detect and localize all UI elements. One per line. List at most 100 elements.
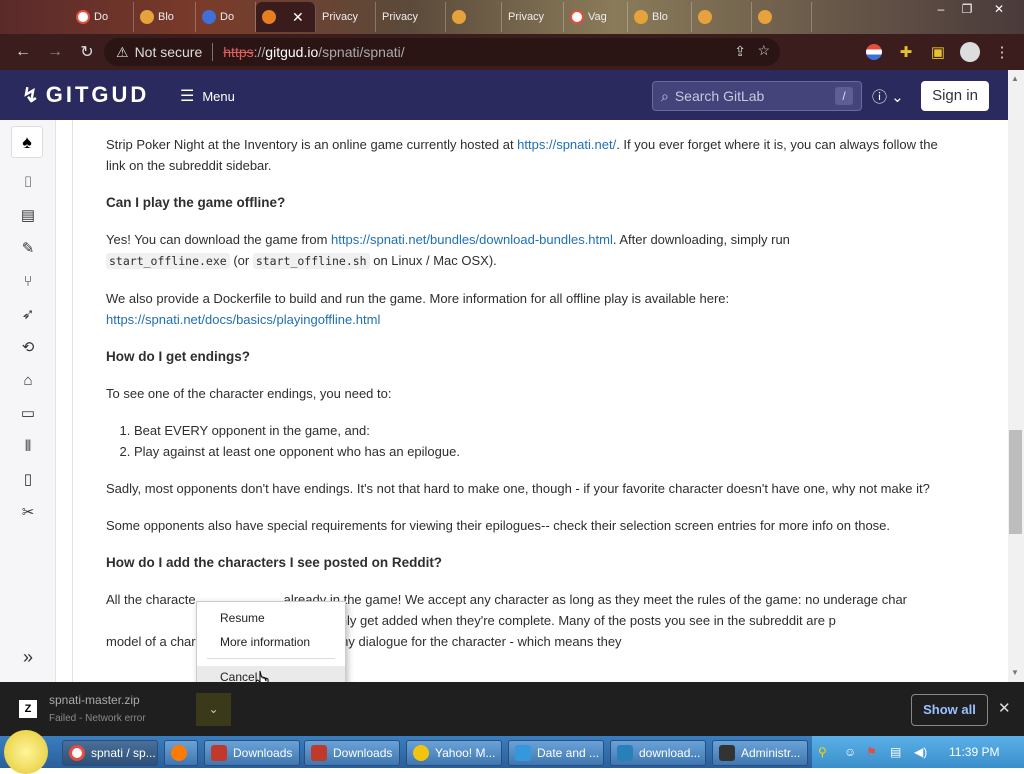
download-status: Failed - Network error (49, 713, 146, 724)
snippets-icon[interactable]: ✂ (16, 500, 40, 524)
security-status[interactable]: Not secure (135, 44, 203, 60)
side-panel-icon[interactable]: ▣ (926, 40, 950, 64)
site-icon (202, 10, 216, 24)
zip-file-icon: Z (19, 700, 37, 718)
address-bar[interactable]: ⚠ Not secure https :// gitgud.io /spnati… (104, 38, 780, 66)
menu-item-more-information[interactable]: More information (197, 631, 345, 653)
readme-content: Strip Poker Night at the Inventory is an… (72, 120, 1008, 682)
download-shelf: Z spnati-master.zip Failed - Network err… (0, 682, 1024, 736)
scroll-up-icon[interactable]: ▲ (1011, 74, 1019, 83)
url-host: gitgud.io (265, 44, 319, 60)
deployments-icon[interactable]: ➶ (16, 302, 40, 326)
browser-tab[interactable]: Privacy (316, 2, 376, 32)
bookmark-star-icon[interactable]: ☆ (757, 42, 770, 59)
merge-requests-icon[interactable]: ✎ (16, 236, 40, 260)
menu-item-resume[interactable]: Resume (197, 607, 345, 629)
scroll-down-icon[interactable]: ▼ (1011, 668, 1019, 677)
taskbar-item[interactable]: Administr... (712, 740, 808, 766)
gitgud-logo[interactable]: ↯ GITGUD (22, 82, 149, 108)
tab-close-icon[interactable]: ✕ (292, 9, 304, 26)
code-start-offline-exe: start_offline.exe (106, 253, 230, 269)
heading-endings: How do I get endings? (106, 349, 250, 364)
browser-tab[interactable]: Privacy (376, 2, 446, 32)
folder-icon (617, 745, 633, 761)
start-button[interactable] (4, 730, 48, 774)
browser-tab[interactable]: Blo (134, 2, 196, 32)
ci-cd-icon[interactable]: ⑂ (16, 269, 40, 293)
browser-tab-strip: Do Blo Do ✕ Privacy Privacy Privacy Vag … (0, 0, 1024, 34)
browser-tab-active[interactable]: ✕ (256, 2, 316, 32)
show-all-button[interactable]: Show all (911, 694, 988, 726)
close-icon[interactable]: ✕ (998, 699, 1011, 717)
project-avatar[interactable]: ♠ (11, 126, 43, 158)
download-filename[interactable]: spnati-master.zip (49, 693, 140, 707)
taskbar-item[interactable]: download... (610, 740, 706, 766)
avatar[interactable] (958, 40, 982, 64)
downloads-folder-icon (311, 745, 327, 761)
security-tray-icon[interactable]: ⚑ (866, 745, 877, 759)
repository-icon[interactable]: ⌷ (16, 170, 40, 194)
paragraph: Some opponents also have special require… (106, 518, 891, 533)
list-item: Beat EVERY opponent in the game, and: (134, 420, 956, 441)
messenger-tray-icon[interactable]: ☺ (844, 745, 856, 759)
search-icon[interactable]: ⚲ (818, 745, 827, 759)
link-spnati[interactable]: https://spnati.net/ (517, 137, 616, 152)
taskbar-item[interactable]: Downloads (204, 740, 300, 766)
gitlab-fox-icon (262, 10, 276, 24)
code-start-offline-sh: start_offline.sh (252, 253, 370, 269)
browser-tab[interactable] (692, 2, 752, 32)
help-icon[interactable]: ⓘ ⌄ (872, 86, 904, 107)
warning-icon[interactable]: ⚠ (116, 44, 129, 61)
search-input[interactable]: ⌕ Search GitLab / (652, 81, 862, 111)
command-prompt-icon (719, 745, 735, 761)
browser-tab[interactable]: Do (70, 2, 134, 32)
analytics-icon[interactable]: ▭ (16, 401, 40, 425)
reload-icon[interactable]: ↻ (72, 37, 102, 67)
menu-divider (207, 658, 335, 659)
link-playing-offline[interactable]: https://spnati.net/docs/basics/playingof… (106, 312, 380, 327)
date-time-icon (515, 745, 531, 761)
browser-tab[interactable]: Blo (628, 2, 692, 32)
menu-button[interactable]: ☰ Menu (180, 86, 235, 106)
issues-icon[interactable]: ▤ (16, 203, 40, 227)
restore-icon[interactable]: ❐ (956, 0, 978, 18)
chrome-icon (69, 745, 85, 761)
volume-icon[interactable]: ◀) (914, 745, 927, 759)
chevron-down-icon[interactable]: ⌄ (196, 693, 231, 726)
taskbar-item[interactable] (164, 740, 198, 766)
browser-tab[interactable]: Vag (564, 2, 628, 32)
site-icon (140, 10, 154, 24)
taskbar-item[interactable]: Yahoo! M... (406, 740, 502, 766)
network-icon[interactable]: ▤ (890, 745, 901, 759)
browser-menu-icon[interactable]: ⋮ (990, 40, 1014, 64)
browser-tab[interactable] (446, 2, 502, 32)
clock[interactable]: 11:39 PM (949, 745, 999, 759)
browser-tab[interactable]: Do (196, 2, 256, 32)
browser-tab[interactable] (752, 2, 812, 32)
back-icon[interactable]: ← (8, 37, 38, 67)
link-download-bundles[interactable]: https://spnati.net/bundles/download-bund… (331, 232, 613, 247)
minimize-icon[interactable]: – (930, 0, 952, 18)
packages-icon[interactable]: ⟲ (16, 335, 40, 359)
profile-switcher-icon[interactable] (862, 40, 886, 64)
scrollbar-thumb[interactable] (1009, 430, 1022, 534)
page-scrollbar[interactable] (1008, 70, 1024, 682)
chart-icon[interactable]: ⫴ (16, 434, 40, 458)
taskbar-item[interactable]: Downloads (304, 740, 400, 766)
window-close-icon[interactable]: ✕ (988, 0, 1010, 18)
forward-icon[interactable]: → (40, 37, 70, 67)
google-icon (76, 10, 90, 24)
taskbar-item[interactable]: Date and ... (508, 740, 604, 766)
browser-tab[interactable]: Privacy (502, 2, 564, 32)
search-icon: ⌕ (661, 87, 669, 104)
taskbar-item[interactable]: spnati / sp... (62, 740, 158, 766)
paragraph: Sadly, most opponents don't have endings… (106, 481, 930, 496)
sign-in-button[interactable]: Sign in (921, 81, 989, 111)
wiki-icon[interactable]: ▯ (16, 467, 40, 491)
share-icon[interactable]: ⇪ (734, 43, 746, 60)
monitor-icon[interactable]: ⌂ (16, 368, 40, 392)
expand-sidebar-icon[interactable]: » (16, 645, 40, 669)
extensions-icon[interactable]: ✚ (894, 40, 918, 64)
url-path: /spnati/spnati/ (318, 44, 405, 60)
paragraph: To see one of the character endings, you… (106, 386, 392, 401)
